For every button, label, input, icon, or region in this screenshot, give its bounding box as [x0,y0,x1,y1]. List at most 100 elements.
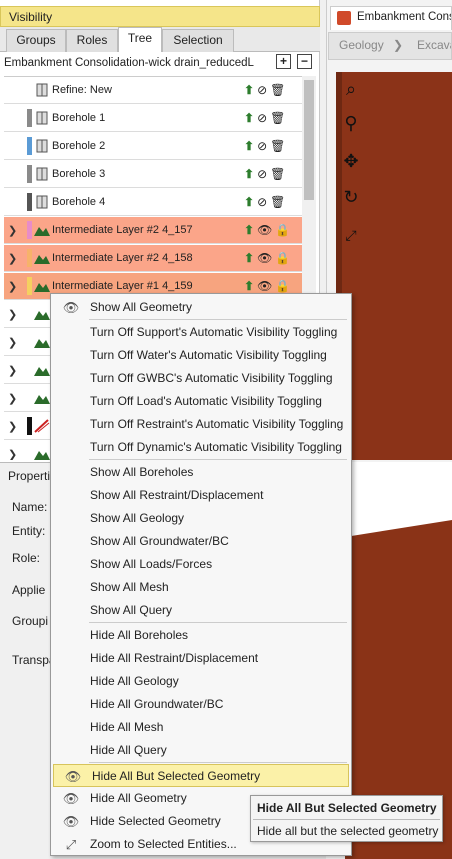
chevron-right-icon[interactable]: ❯ [8,336,17,349]
tree-row-label: Refine: New [52,84,112,96]
move-up-icon[interactable]: ⬆ [244,251,257,265]
move-up-icon[interactable]: ⬆ [244,83,257,97]
menu-item[interactable]: Show All Boreholes [52,461,350,484]
move-up-icon[interactable]: ⬆ [244,139,257,153]
chevron-right-icon[interactable]: ❯ [8,224,17,237]
zoom-window-icon[interactable]: ⌕ [340,78,362,100]
menu-item[interactable]: Hide All Query [52,739,350,762]
document-tab[interactable]: Embankment Cons [330,6,452,30]
row-actions: ⬆👁🔒 [244,223,293,237]
prop-entity-label: Entity: [12,524,46,538]
menu-separator [89,622,347,623]
menu-item[interactable]: Show All Loads/Forces [52,553,350,576]
eye-off-icon[interactable]: ⊘ [257,111,270,125]
tree-row[interactable]: ❯ Intermediate Layer #2 4_158 ⬆👁🔒 [4,245,302,272]
zoom-extents-icon[interactable]: ⤢ [340,224,362,246]
eye-icon: 👁 [64,769,82,784]
menu-item[interactable]: Turn Off GWBC's Automatic Visibility Tog… [52,367,350,390]
lock-icon[interactable]: 🔒 [275,279,293,293]
tree-row[interactable]: Borehole 3 ⬆⊘🗑 [4,161,302,188]
pan-icon[interactable]: ✥ [340,150,362,172]
eye-off-icon[interactable]: ⊘ [257,195,270,209]
tree-row[interactable]: Refine: New ⬆⊘🗑 [4,77,302,104]
color-swatch [27,361,32,379]
chevron-right-icon[interactable]: ❯ [8,448,17,460]
delete-icon[interactable]: 🗑 [270,167,288,181]
zoom-icon[interactable]: ⚲ [340,112,362,134]
menu-item[interactable]: Show All Groundwater/BC [52,530,350,553]
tree-row[interactable]: ❯ Intermediate Layer #2 4_157 ⬆👁🔒 [4,217,302,244]
breadcrumb-excavation[interactable]: Excava [417,38,451,52]
tree-row[interactable]: Borehole 1 ⬆⊘🗑 [4,105,302,132]
collapse-all-button[interactable]: − [297,54,312,69]
delete-icon[interactable]: 🗑 [270,195,288,209]
tab-groups[interactable]: Groups [6,29,66,52]
eye-off-icon[interactable]: ⊘ [257,167,270,181]
menu-item[interactable]: Show All Query [52,599,350,622]
menu-item[interactable]: Turn Off Support's Automatic Visibility … [52,321,350,344]
chevron-right-icon[interactable]: ❯ [8,308,17,321]
menu-item[interactable]: Turn Off Restraint's Automatic Visibilit… [52,413,350,436]
move-up-icon[interactable]: ⬆ [244,195,257,209]
tree-row[interactable]: Borehole 2 ⬆⊘🗑 [4,133,302,160]
chevron-right-icon[interactable]: ❯ [8,364,17,377]
app-logo-icon [337,11,351,25]
workflow-breadcrumbs: Geology ❯ Excava [328,32,452,60]
eye-off-icon[interactable]: ⊘ [257,83,270,97]
tree-scrollbar-thumb[interactable] [304,80,314,200]
chevron-right-icon[interactable]: ❯ [8,420,17,433]
delete-icon[interactable]: 🗑 [270,111,288,125]
menu-item[interactable]: Turn Off Load's Automatic Visibility Tog… [52,390,350,413]
eye-icon[interactable]: 👁 [257,279,275,293]
prop-name-label: Name: [12,500,48,514]
move-up-icon[interactable]: ⬆ [244,223,257,237]
eye-icon[interactable]: 👁 [257,223,275,237]
lock-icon[interactable]: 🔒 [275,223,293,237]
menu-item[interactable]: Show All Mesh [52,576,350,599]
menu-item[interactable]: Hide All Geology [52,670,350,693]
context-menu: 👁 Show All Geometry Turn Off Support's Aut… [50,293,352,856]
move-up-icon[interactable]: ⬆ [244,111,257,125]
tab-roles[interactable]: Roles [66,29,118,52]
menu-item[interactable]: 👁 Hide All But Selected Geometry [53,764,349,787]
chevron-right-icon[interactable]: ❯ [8,252,17,265]
menu-item[interactable]: Hide All Boreholes [52,624,350,647]
menu-item[interactable]: Turn Off Dynamic's Automatic Visibility … [52,436,350,459]
delete-icon[interactable]: 🗑 [270,139,288,153]
expand-all-button[interactable]: + [276,54,291,69]
color-swatch [27,305,32,323]
menu-item-label: Show All Geometry [90,300,193,314]
menu-item-label: Show All Groundwater/BC [90,534,229,548]
geology-layer-icon [34,306,50,322]
color-swatch [27,221,32,239]
menu-item[interactable]: Show All Restraint/Displacement [52,484,350,507]
menu-item[interactable]: Show All Geology [52,507,350,530]
eye-icon: 👁 [62,791,80,806]
document-tab-title: Embankment Cons [357,11,452,23]
rotate-icon[interactable]: ↻ [340,186,362,208]
menu-item-label: Hide All Restraint/Displacement [90,651,259,665]
tree-row-label: Borehole 3 [52,168,106,180]
move-up-icon[interactable]: ⬆ [244,167,257,181]
chevron-right-icon[interactable]: ❯ [8,392,17,405]
eye-off-icon[interactable]: ⊘ [257,139,270,153]
tab-tree[interactable]: Tree [118,27,162,52]
geology-layer-icon [34,446,50,460]
tree-row-label: Intermediate Layer #1 4_159 [52,280,193,292]
eye-icon[interactable]: 👁 [257,251,275,265]
tooltip-title: Hide All But Selected Geometry [257,801,437,815]
menu-item[interactable]: Hide All Mesh [52,716,350,739]
tree-row[interactable]: Borehole 4 ⬆⊘🗑 [4,189,302,216]
delete-icon[interactable]: 🗑 [270,83,288,97]
chevron-right-icon[interactable]: ❯ [8,280,17,293]
menu-item[interactable]: 👁 Show All Geometry [52,296,350,319]
breadcrumb-geology[interactable]: Geology [339,38,384,52]
visibility-tabs: Groups Roles Tree Selection [0,27,320,52]
tab-selection[interactable]: Selection [162,29,234,52]
color-swatch [27,389,32,407]
menu-item[interactable]: Hide All Groundwater/BC [52,693,350,716]
menu-item[interactable]: Hide All Restraint/Displacement [52,647,350,670]
move-up-icon[interactable]: ⬆ [244,279,257,293]
lock-icon[interactable]: 🔒 [275,251,293,265]
menu-item[interactable]: Turn Off Water's Automatic Visibility To… [52,344,350,367]
